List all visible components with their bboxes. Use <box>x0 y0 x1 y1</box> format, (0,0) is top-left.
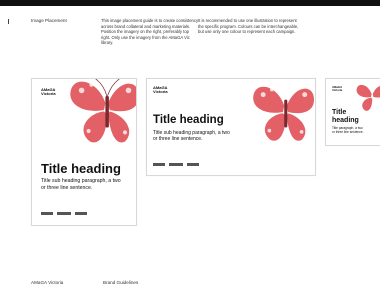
partner-logo <box>153 163 165 166</box>
top-bar <box>0 0 380 6</box>
recommendation-paragraph: It is recommended to use one illustratio… <box>198 18 299 35</box>
section-label: Image Placement <box>31 18 67 23</box>
partner-logo <box>169 163 183 166</box>
logo-line-2: Victoria <box>153 89 168 95</box>
partner-logo <box>187 163 199 166</box>
title-subheading: Title sub heading paragraph, a two or th… <box>153 130 230 143</box>
small-layout-example: AMaGA Victoria Title heading Title parag… <box>325 78 380 146</box>
butterfly-illustration-icon <box>253 86 314 141</box>
amaga-logo: AMaGA Victoria <box>41 87 56 97</box>
title-subheading: Title paragraph, a two or three line sen… <box>332 126 364 134</box>
amaga-logo: AMaGA Victoria <box>153 85 168 95</box>
page-marker <box>8 19 9 24</box>
partner-logo <box>75 212 87 215</box>
logo-line-2: Victoria <box>41 91 56 97</box>
partner-logo <box>57 212 71 215</box>
butterfly-illustration-icon <box>70 79 136 143</box>
logo-line-2: Victoria <box>332 88 343 92</box>
partner-logos <box>153 163 199 166</box>
landscape-layout-example: AMaGA Victoria Title heading Title sub h… <box>146 78 316 176</box>
title-heading: Title heading <box>41 161 121 176</box>
partner-logo <box>41 212 53 215</box>
title-subheading: Title sub heading paragraph, a two or th… <box>41 178 121 191</box>
partner-logos <box>41 212 87 215</box>
amaga-logo: AMaGA Victoria <box>332 86 342 92</box>
footer-organisation: AMaGA Victoria <box>31 280 64 285</box>
intro-paragraph: This image placement guide is to create … <box>101 18 199 46</box>
footer-document-title: Brand Guidelines <box>103 280 139 285</box>
portrait-layout-example: AMaGA Victoria Title heading Title sub h… <box>31 78 137 226</box>
title-heading: Title heading <box>332 109 359 124</box>
title-heading: Title heading <box>153 114 224 126</box>
butterfly-illustration-icon <box>356 84 380 111</box>
